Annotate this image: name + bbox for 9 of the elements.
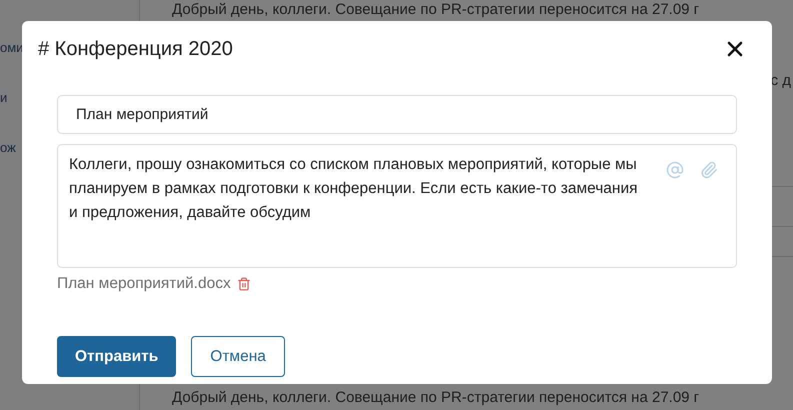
- send-button[interactable]: Отправить: [57, 336, 176, 377]
- subject-field[interactable]: План мероприятий: [57, 95, 737, 134]
- message-text: Добрый день, коллеги. Совещание по PR-стратегии переносится на 27.09 г: [172, 0, 700, 19]
- attachment-name[interactable]: План мероприятий.docx: [57, 274, 231, 294]
- message-text: Коллеги, прошу ознакомиться со списком плановых мероприятий, которые мы планируем в рамках подготовки к конференции. Если есть какие-то замечания и предложения, давайте обсудим: [69, 155, 639, 223]
- trash-icon[interactable]: [236, 277, 251, 291]
- dialog-title: # Конференция 2020: [38, 37, 233, 62]
- message-text: Добрый день, коллеги. Совещание по PR-стратегии переносится на 27.09 г: [172, 388, 700, 408]
- cancel-button[interactable]: Отмена: [191, 336, 285, 377]
